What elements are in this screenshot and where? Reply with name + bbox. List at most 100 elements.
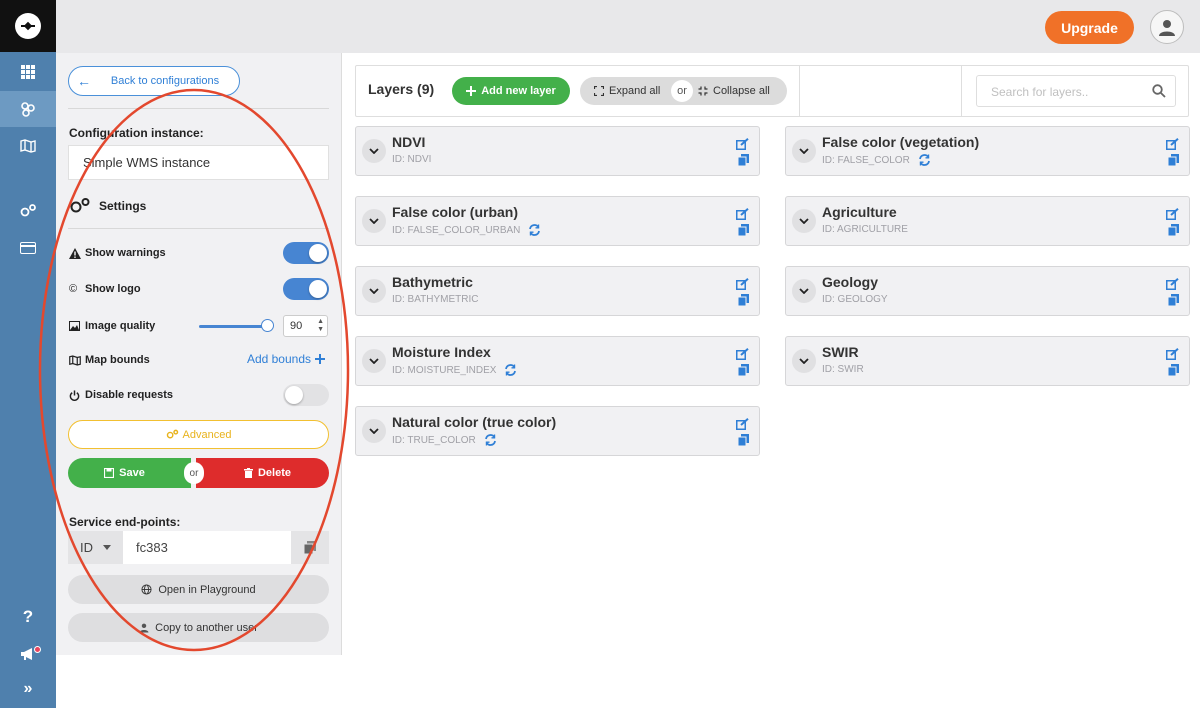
divider bbox=[961, 66, 962, 116]
chevron-down-icon[interactable] bbox=[362, 279, 386, 303]
upgrade-button[interactable]: Upgrade bbox=[1045, 11, 1134, 44]
or-separator: or bbox=[671, 80, 693, 102]
copy-icon[interactable] bbox=[737, 363, 749, 381]
layer-id-text: ID: GEOLOGY bbox=[822, 294, 888, 305]
collapse-icon bbox=[698, 86, 708, 96]
expand-rail-icon[interactable]: » bbox=[0, 680, 56, 698]
config-instance-input[interactable]: Simple WMS instance bbox=[68, 145, 329, 180]
user-icon bbox=[139, 623, 149, 633]
image-quality-slider[interactable] bbox=[199, 325, 269, 328]
add-bounds-button[interactable]: Add bounds bbox=[247, 352, 325, 366]
copy-icon[interactable] bbox=[737, 293, 749, 311]
image-quality-label: Image quality bbox=[85, 320, 156, 332]
expand-all-label: Expand all bbox=[609, 85, 661, 97]
layer-id-text: ID: BATHYMETRIC bbox=[392, 294, 479, 305]
service-endpoint-row: ID fc383 bbox=[68, 531, 329, 564]
rail-billing[interactable] bbox=[0, 230, 56, 266]
rail-dashboard[interactable] bbox=[0, 54, 56, 90]
copy-icon[interactable] bbox=[737, 433, 749, 451]
rail-configurations[interactable] bbox=[0, 91, 56, 127]
chevron-down-icon[interactable] bbox=[362, 349, 386, 373]
chevron-down-icon[interactable] bbox=[792, 279, 816, 303]
map-bounds-row: Map bounds Add bounds bbox=[69, 349, 329, 371]
gears-icon bbox=[166, 429, 178, 439]
config-instance-label: Configuration instance: bbox=[69, 126, 204, 140]
layer-card: Moisture Index ID: MOISTURE_INDEX bbox=[355, 336, 760, 386]
search-icon[interactable] bbox=[1152, 84, 1166, 103]
save-label: Save bbox=[119, 467, 145, 479]
layer-name: Agriculture bbox=[822, 204, 897, 220]
layer-id: ID: TRUE_COLOR bbox=[392, 434, 497, 446]
copy-icon[interactable] bbox=[737, 223, 749, 241]
show-warnings-row: Show warnings bbox=[69, 242, 329, 264]
layer-id-text: ID: MOISTURE_INDEX bbox=[392, 364, 497, 376]
image-quality-input[interactable]: 90 ▲ ▼ bbox=[283, 315, 328, 337]
add-new-layer-label: Add new layer bbox=[481, 85, 556, 97]
layer-card: Agriculture ID: AGRICULTURE bbox=[785, 196, 1190, 246]
advanced-button[interactable]: Advanced bbox=[68, 420, 329, 449]
expand-all-button[interactable]: Expand all bbox=[594, 77, 660, 105]
layer-name: Moisture Index bbox=[392, 344, 491, 360]
chevron-down-icon[interactable] bbox=[792, 209, 816, 233]
nav-rail: ? » bbox=[0, 0, 56, 708]
copy-icon[interactable] bbox=[1167, 153, 1179, 171]
layer-name: SWIR bbox=[822, 344, 859, 360]
delete-button[interactable]: Delete bbox=[196, 458, 329, 488]
chevron-down-icon[interactable] bbox=[362, 139, 386, 163]
save-button[interactable]: Save bbox=[68, 458, 191, 488]
rail-map[interactable] bbox=[0, 128, 56, 164]
stepper-icon[interactable]: ▲ ▼ bbox=[317, 318, 324, 334]
trash-icon bbox=[243, 468, 253, 478]
copy-icon[interactable] bbox=[1167, 293, 1179, 311]
user-avatar[interactable] bbox=[1150, 10, 1184, 44]
search-placeholder: Search for layers.. bbox=[991, 85, 1089, 99]
search-layers-input[interactable]: Search for layers.. bbox=[976, 75, 1176, 107]
layer-id-text: ID: TRUE_COLOR bbox=[392, 434, 476, 446]
open-in-playground-button[interactable]: Open in Playground bbox=[68, 575, 329, 604]
chevron-down-icon[interactable] bbox=[792, 139, 816, 163]
image-quality-slider-handle[interactable] bbox=[261, 319, 274, 332]
grid-icon bbox=[21, 65, 35, 79]
show-warnings-toggle[interactable] bbox=[283, 242, 329, 264]
arrow-left-icon: ← bbox=[77, 73, 91, 89]
copy-to-another-user-button[interactable]: Copy to another user bbox=[68, 613, 329, 642]
layer-name: False color (urban) bbox=[392, 204, 519, 220]
help-icon[interactable]: ? bbox=[0, 607, 56, 627]
copy-icon[interactable] bbox=[737, 153, 749, 171]
collapse-all-button[interactable]: Collapse all bbox=[698, 77, 770, 105]
service-type-value: ID bbox=[80, 540, 93, 555]
plus-icon bbox=[466, 86, 477, 96]
layer-name: False color (vegetation) bbox=[822, 134, 980, 150]
layer-id: ID: AGRICULTURE bbox=[822, 224, 908, 235]
show-logo-toggle[interactable] bbox=[283, 278, 329, 300]
layer-id: ID: BATHYMETRIC bbox=[392, 294, 478, 305]
add-bounds-label: Add bounds bbox=[246, 352, 311, 366]
divider bbox=[68, 108, 329, 109]
disable-requests-toggle[interactable] bbox=[283, 384, 329, 406]
expand-collapse-group: Expand all or Collapse all bbox=[580, 77, 787, 105]
chevron-down-icon[interactable] bbox=[362, 209, 386, 233]
chevron-down-icon[interactable] bbox=[362, 419, 386, 443]
layer-id-text: ID: SWIR bbox=[822, 364, 864, 375]
back-label: Back to configurations bbox=[110, 75, 220, 87]
service-endpoint-value[interactable]: fc383 bbox=[123, 531, 291, 564]
back-to-configurations-button[interactable]: ← Back to configurations bbox=[68, 66, 240, 96]
add-new-layer-button[interactable]: Add new layer bbox=[452, 77, 570, 105]
configuration-icon bbox=[21, 102, 35, 117]
copy-icon[interactable] bbox=[1167, 223, 1179, 241]
sync-icon bbox=[529, 224, 541, 236]
copy-icon[interactable] bbox=[1167, 363, 1179, 381]
layer-card: SWIR ID: SWIR bbox=[785, 336, 1190, 386]
show-logo-row: © Show logo bbox=[69, 278, 329, 300]
app-logo[interactable] bbox=[0, 0, 56, 52]
copy-to-another-user-label: Copy to another user bbox=[155, 621, 258, 634]
service-type-select[interactable]: ID bbox=[68, 531, 123, 564]
gears-icon bbox=[20, 204, 36, 217]
copy-endpoint-button[interactable] bbox=[291, 531, 329, 564]
chevron-down-icon[interactable] bbox=[792, 349, 816, 373]
layer-id-text: ID: AGRICULTURE bbox=[822, 224, 908, 235]
rail-settings[interactable] bbox=[0, 193, 56, 229]
layer-card: NDVI ID: NDVI bbox=[355, 126, 760, 176]
satellite-icon bbox=[15, 13, 41, 39]
rail-announcements[interactable] bbox=[0, 636, 56, 672]
